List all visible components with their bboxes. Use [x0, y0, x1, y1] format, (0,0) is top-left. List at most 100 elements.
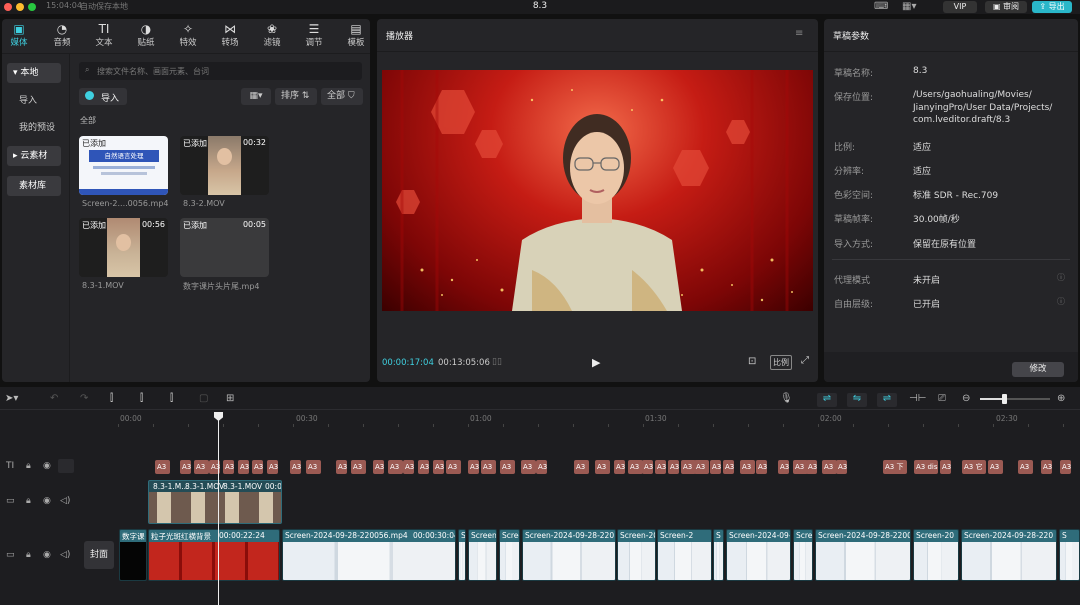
text-clip[interactable]: A3 — [267, 460, 278, 474]
volume-icon[interactable]: ◁) — [60, 496, 70, 506]
proxy-help-icon[interactable]: ⓘ — [1057, 272, 1065, 283]
text-clip[interactable]: A3 — [694, 460, 709, 474]
split-right-icon[interactable]: ⫿ — [170, 393, 173, 404]
snap-icon[interactable]: ⇋ — [847, 393, 867, 407]
tool-media[interactable]: ▣ 媒体 — [2, 22, 36, 48]
sidebar-item-library[interactable]: 素材库 — [7, 176, 61, 196]
text-clip[interactable]: A3 — [351, 460, 366, 474]
text-clip[interactable]: A3 — [536, 460, 547, 474]
text-clip[interactable]: A3 — [806, 460, 817, 474]
preview-axis-icon[interactable]: ⊣⊢ — [909, 393, 926, 404]
main-clip[interactable]: Screen-20 — [617, 529, 656, 581]
text-clip[interactable]: A3 — [822, 460, 837, 474]
select-tool-icon[interactable]: ➤▾ — [5, 393, 18, 404]
zoom-slider[interactable] — [980, 394, 1050, 404]
lock-icon[interactable]: 🔒︎ — [26, 461, 31, 471]
view-toggle-button[interactable]: ▦▾ — [241, 88, 271, 105]
main-clip[interactable]: S — [1059, 529, 1080, 581]
main-clip[interactable]: Screen-2 — [657, 529, 712, 581]
microphone-icon[interactable]: 🎙 — [780, 393, 793, 404]
eye-icon[interactable]: ◉ — [43, 461, 51, 471]
main-clip[interactable]: Screen-2024-09-28-220 — [961, 529, 1057, 581]
text-clip[interactable]: A3 — [723, 460, 734, 474]
filter-all-button[interactable]: 全部 ⛉ — [321, 88, 363, 105]
text-clip[interactable]: A3 — [336, 460, 347, 474]
ratio-button[interactable]: 比例 — [770, 355, 792, 370]
overlay-clip-group[interactable]: 8.3-1.M... 8.3-1.MOV 8.3-1.MOV 00:0 — [148, 480, 282, 524]
text-clip[interactable]: A3 它 — [962, 460, 986, 474]
keyboard-icon[interactable]: ⌨ — [874, 1, 888, 12]
zoom-fit-icon[interactable]: ⎚ — [938, 393, 946, 404]
media-item-screen[interactable]: 自然语言处理 已添加 — [79, 136, 168, 195]
text-clip[interactable]: A3 — [433, 460, 444, 474]
text-clip[interactable]: A3 — [155, 460, 170, 474]
main-clip[interactable]: S — [458, 529, 466, 581]
link-main-icon[interactable]: ⇌ — [817, 393, 837, 407]
text-clip[interactable]: A3 — [180, 460, 191, 474]
text-clip[interactable]: A3 — [468, 460, 479, 474]
text-clip[interactable]: A3 — [373, 460, 384, 474]
text-clip[interactable]: A3 dis — [914, 460, 938, 474]
tool-template[interactable]: ▤ 模板 — [339, 22, 373, 48]
tool-text[interactable]: TI 文本 — [87, 22, 121, 48]
fullscreen-icon[interactable]: ⤢ — [801, 355, 809, 366]
lock-icon[interactable]: 🔒︎ — [26, 550, 31, 560]
text-clip[interactable]: A3 — [1060, 460, 1071, 474]
tool-audio[interactable]: ◔ 音频 — [45, 22, 79, 48]
sidebar-item-local[interactable]: ▾ 本地 — [7, 63, 61, 83]
timecode-toggle-icon[interactable]: ▯▯ — [492, 357, 502, 367]
cover-button[interactable]: 封面 — [84, 541, 114, 569]
zoom-slider-handle[interactable] — [1002, 394, 1007, 404]
tool-adjust[interactable]: ☰ 调节 — [297, 22, 331, 48]
text-clip[interactable]: A3 — [614, 460, 625, 474]
split-icon[interactable]: ⫿ — [110, 393, 113, 404]
main-clip[interactable]: Screen — [468, 529, 497, 581]
tool-transition[interactable]: ⋈ 转场 — [213, 22, 247, 48]
delete-icon[interactable]: ▢ — [199, 393, 208, 404]
text-clip[interactable]: A3 — [403, 460, 414, 474]
text-clip[interactable]: A3 — [756, 460, 767, 474]
text-clip[interactable]: A3 — [521, 460, 536, 474]
layer-help-icon[interactable]: ⓘ — [1057, 296, 1065, 307]
zoom-in-icon[interactable]: ⊕ — [1057, 393, 1065, 404]
redo-icon[interactable]: ↷ — [80, 393, 88, 404]
text-clip[interactable]: A3 下 — [883, 460, 907, 474]
menu-icon[interactable]: ≡ — [795, 28, 803, 39]
text-clip[interactable]: A3 — [500, 460, 515, 474]
media-item-8-3-2[interactable]: 已添加 00:32 — [180, 136, 269, 195]
sidebar-item-cloud[interactable]: ▸ 云素材 — [7, 146, 61, 166]
text-clip[interactable]: A3 — [252, 460, 263, 474]
text-clip[interactable]: A3 — [940, 460, 951, 474]
zoom-out-icon[interactable]: ⊖ — [962, 393, 970, 404]
main-clip[interactable]: Screen-2024-09- — [726, 529, 791, 581]
text-clip[interactable]: A3 — [1041, 460, 1052, 474]
text-clip[interactable]: A3 — [778, 460, 789, 474]
main-clip[interactable]: 数字课 — [119, 529, 147, 581]
modify-button[interactable]: 修改 — [1012, 362, 1064, 377]
text-clip[interactable]: A3 — [836, 460, 847, 474]
text-clip[interactable]: A3 — [290, 460, 301, 474]
text-clip[interactable]: A3 — [642, 460, 653, 474]
eye-icon[interactable]: ◉ — [43, 550, 51, 560]
eye-icon[interactable]: ◉ — [43, 496, 51, 506]
track-option[interactable] — [58, 459, 74, 473]
volume-icon[interactable]: ◁) — [60, 550, 70, 560]
layout-icon[interactable]: ▦▾ — [902, 1, 916, 12]
text-clip[interactable]: A3 — [223, 460, 234, 474]
vip-button[interactable]: VIP — [943, 1, 977, 13]
text-clip[interactable]: A3 — [655, 460, 666, 474]
play-icon[interactable]: ▶ — [592, 356, 600, 369]
lock-icon[interactable]: 🔒︎ — [26, 496, 31, 506]
auto-caption-icon[interactable]: ⊞ — [226, 393, 234, 404]
tool-sticker[interactable]: ◑ 贴纸 — [129, 22, 163, 48]
text-clip[interactable]: A3 — [740, 460, 755, 474]
media-item-intro[interactable]: 已添加 00:05 — [180, 218, 269, 277]
text-clip[interactable]: A3 — [388, 460, 403, 474]
review-button[interactable]: ▣ 审阅 — [985, 1, 1027, 13]
search-input[interactable]: 搜索文件名称、画面元素、台词 — [97, 66, 209, 77]
main-clip[interactable]: Scre — [793, 529, 813, 581]
text-clip[interactable]: A3 — [418, 460, 429, 474]
text-clip[interactable]: A3 — [710, 460, 721, 474]
main-clip[interactable]: Screen-2024-09-28-2200 — [815, 529, 911, 581]
text-clip[interactable]: A3 — [194, 460, 209, 474]
